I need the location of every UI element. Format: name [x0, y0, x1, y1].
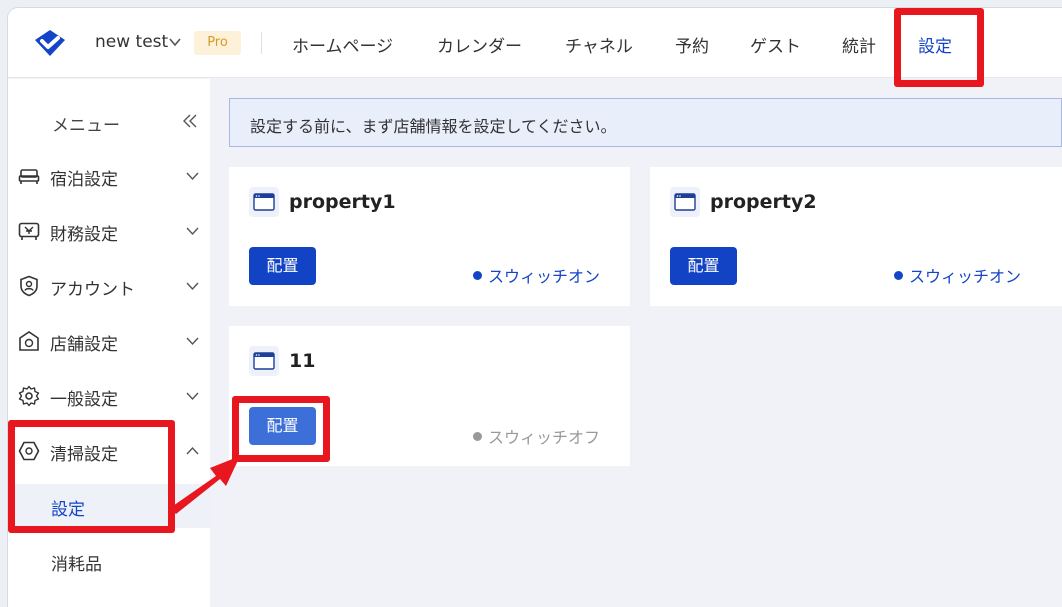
- sidebar-item-general[interactable]: 一般設定: [8, 374, 210, 418]
- property-card: property1 配置 スウィッチオン: [229, 167, 630, 306]
- nav-guests[interactable]: ゲスト: [750, 32, 801, 57]
- sidebar-item-accommodation[interactable]: 宿泊設定: [8, 154, 210, 198]
- chevron-down-icon: [186, 282, 199, 291]
- card-title: property2: [710, 191, 817, 213]
- window-icon: [249, 346, 279, 376]
- store-icon: [19, 331, 39, 351]
- window-icon: [249, 187, 279, 217]
- status-on-label[interactable]: スウィッチオン: [894, 263, 1021, 287]
- highlight-box: [232, 396, 330, 462]
- property-switcher[interactable]: new test: [95, 32, 168, 52]
- collapse-sidebar-icon[interactable]: [182, 114, 198, 128]
- sidebar-item-store[interactable]: 店舗設定: [8, 319, 210, 363]
- nav-channel[interactable]: チャネル: [565, 32, 633, 57]
- sidebar-subitem-consumables[interactable]: 消耗品: [8, 539, 210, 583]
- chevron-down-icon: [186, 227, 199, 236]
- highlight-box: [894, 8, 984, 87]
- status-dot: [894, 271, 903, 280]
- nav-homepage[interactable]: ホームページ: [292, 32, 393, 57]
- sidebar-item-account[interactable]: アカウント: [8, 264, 210, 308]
- sidebar-item-label: 財務設定: [50, 225, 118, 245]
- sidebar-item-label: 店舗設定: [50, 335, 118, 355]
- configure-button[interactable]: 配置: [670, 247, 737, 285]
- nav-calendar[interactable]: カレンダー: [437, 32, 522, 57]
- status-text: スウィッチオン: [488, 267, 601, 286]
- status-on-label[interactable]: スウィッチオン: [473, 263, 600, 287]
- card-title: 11: [289, 350, 316, 372]
- status-text: スウィッチオフ: [488, 428, 601, 447]
- pro-badge: Pro: [194, 31, 241, 55]
- notice-text: 設定する前に、まず店舗情報を設定してください。: [250, 117, 617, 136]
- account-shield-icon: [20, 275, 38, 297]
- window-icon: [670, 187, 700, 217]
- bed-icon: [18, 169, 40, 184]
- annotation-arrow-icon: [170, 456, 240, 514]
- sidebar-item-label: 宿泊設定: [50, 170, 118, 190]
- chevron-down-icon[interactable]: [168, 36, 182, 48]
- card-title: property1: [289, 191, 396, 213]
- gear-icon: [18, 385, 40, 407]
- status-dot: [473, 432, 482, 441]
- menu-title: メニュー: [52, 116, 120, 136]
- app-logo-icon[interactable]: [33, 28, 67, 58]
- highlight-box: [8, 420, 175, 533]
- property-card: property2 配置 スウィッチオン: [650, 167, 1062, 306]
- sidebar-item-label: 一般設定: [50, 390, 118, 410]
- info-notice: 設定する前に、まず店舗情報を設定してください。: [229, 98, 1062, 147]
- sidebar-item-finance[interactable]: 財務設定: [8, 209, 210, 253]
- status-dot: [473, 271, 482, 280]
- nav-statistics[interactable]: 統計: [842, 32, 876, 57]
- chevron-down-icon: [186, 392, 199, 401]
- nav-reservations[interactable]: 予約: [675, 32, 709, 57]
- chevron-down-icon: [186, 172, 199, 181]
- configure-button[interactable]: 配置: [249, 247, 316, 285]
- status-off-label[interactable]: スウィッチオフ: [473, 424, 600, 448]
- finance-icon: [18, 222, 40, 240]
- header-divider: [261, 32, 262, 54]
- sidebar-subitem-label: 消耗品: [51, 555, 102, 575]
- status-text: スウィッチオン: [909, 267, 1022, 286]
- chevron-down-icon: [186, 337, 199, 346]
- sidebar-item-label: アカウント: [50, 280, 135, 300]
